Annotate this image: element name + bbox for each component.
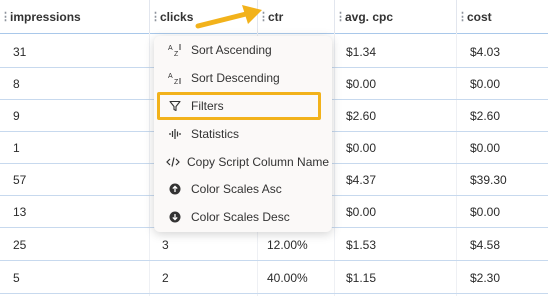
drag-handle-icon[interactable]: ⋮ [457, 10, 468, 23]
cell-avg-cpc: $1.15 [346, 270, 377, 285]
menu-item-label: Sort Ascending [191, 43, 272, 57]
code-icon [166, 156, 180, 168]
menu-item-statistics[interactable]: Statistics [158, 121, 328, 147]
column-context-menu: AZ Sort Ascending AZ Sort Descending Fil… [154, 36, 332, 232]
arrow-up-circle-icon [166, 183, 184, 195]
column-header-label: clicks [160, 9, 194, 24]
sort-za-icon: AZ [166, 71, 184, 85]
drag-handle-icon[interactable]: ⋮ [0, 10, 11, 23]
cell-avg-cpc: $0.00 [346, 76, 377, 91]
cell-cost: $0.00 [470, 140, 501, 155]
svg-text:Z: Z [174, 51, 179, 57]
menu-item-color-scales-asc[interactable]: Color Scales Asc [158, 176, 328, 202]
cell-cost: $0.00 [470, 204, 501, 219]
cell-impressions: 5 [13, 270, 20, 285]
cell-cost: $2.60 [470, 108, 501, 123]
cell-cost: $0.00 [470, 76, 501, 91]
cell-avg-cpc: $0.00 [346, 140, 377, 155]
drag-handle-icon[interactable]: ⋮ [150, 10, 161, 23]
cell-avg-cpc: $2.60 [346, 108, 377, 123]
menu-item-color-scales-desc[interactable]: Color Scales Desc [158, 204, 328, 230]
column-header-cost[interactable]: ⋮ cost [456, 0, 548, 33]
cell-cost: $4.03 [470, 44, 501, 59]
menu-item-label: Copy Script Column Name [187, 155, 330, 169]
column-header-impressions[interactable]: ⋮ impressions [0, 0, 149, 33]
table-row[interactable]: 25 3 12.00% $1.53 $4.58 [0, 229, 548, 261]
menu-item-copy-script-column-name[interactable]: Copy Script Column Name [158, 149, 330, 175]
cell-impressions: 31 [13, 44, 27, 59]
menu-item-label: Sort Descending [191, 71, 280, 85]
cell-impressions: 25 [13, 237, 27, 252]
table-row[interactable]: 5 2 40.00% $1.15 $2.30 [0, 262, 548, 294]
column-header-label: impressions [10, 9, 81, 24]
svg-text:A: A [168, 73, 173, 80]
grid-header: ⋮ impressions ⋮ clicks ⋮ ctr ⋮ avg. cpc … [0, 0, 548, 34]
cell-impressions: 9 [13, 108, 20, 123]
column-header-label: cost [467, 9, 492, 24]
cell-avg-cpc: $0.00 [346, 204, 377, 219]
cell-avg-cpc: $1.53 [346, 237, 377, 252]
cell-cost: $2.30 [470, 270, 501, 285]
sort-az-icon: AZ [166, 43, 184, 57]
cell-avg-cpc: $4.37 [346, 172, 377, 187]
menu-item-sort-ascending[interactable]: AZ Sort Ascending [158, 37, 328, 63]
cell-impressions: 57 [13, 172, 27, 187]
column-header-avg-cpc[interactable]: ⋮ avg. cpc [334, 0, 456, 33]
cell-ctr: 40.00% [267, 270, 308, 285]
arrow-down-circle-icon [166, 211, 184, 223]
statistics-icon [166, 128, 184, 140]
menu-item-label: Color Scales Desc [191, 210, 290, 224]
cell-clicks: 3 [162, 237, 169, 252]
menu-item-label: Statistics [191, 127, 240, 141]
menu-item-sort-descending[interactable]: AZ Sort Descending [158, 65, 328, 91]
cell-impressions: 8 [13, 76, 20, 91]
cell-cost: $4.58 [470, 237, 501, 252]
cell-impressions: 1 [13, 140, 20, 155]
svg-text:Z: Z [174, 79, 179, 85]
cell-impressions: 13 [13, 204, 27, 219]
drag-handle-icon[interactable]: ⋮ [335, 10, 346, 23]
column-header-label: ctr [268, 9, 284, 24]
svg-text:A: A [168, 45, 173, 52]
column-header-label: avg. cpc [345, 9, 394, 24]
menu-item-label: Color Scales Asc [191, 182, 282, 196]
cell-avg-cpc: $1.34 [346, 44, 377, 59]
annotation-arrow-icon [195, 5, 262, 29]
cell-cost: $39.30 [470, 172, 507, 187]
filters-highlight-box [157, 92, 321, 120]
cell-ctr: 12.00% [267, 237, 308, 252]
cell-clicks: 2 [162, 270, 169, 285]
